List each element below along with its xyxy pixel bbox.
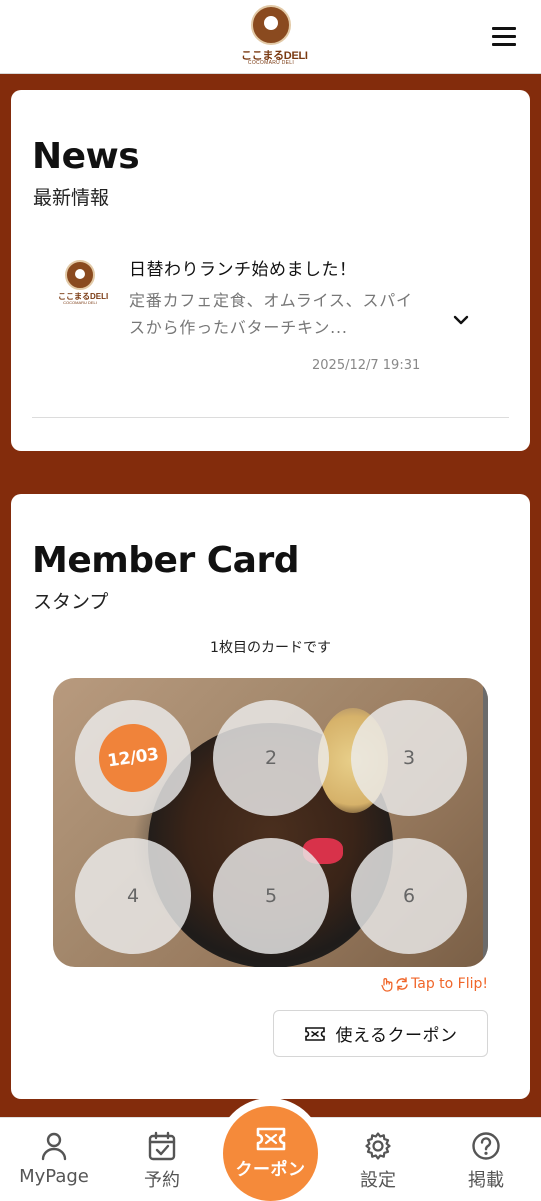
nav-coupon-label: クーポン bbox=[235, 1160, 306, 1180]
card-count-text: 1枚目のカードです bbox=[210, 640, 331, 656]
nav-reservation-label: 予約 bbox=[144, 1170, 180, 1191]
member-card-section: Member Card スタンプ 1枚目のカードです 12/03 2 3 4 5… bbox=[11, 494, 530, 1099]
nav-settings[interactable]: 設定 bbox=[324, 1118, 432, 1201]
nav-settings-label: 設定 bbox=[360, 1170, 396, 1191]
chevron-down-icon[interactable] bbox=[449, 308, 473, 332]
news-logo-subtext: COCOMARU DELI bbox=[63, 300, 97, 305]
nav-mypage-label: MyPage bbox=[19, 1166, 89, 1187]
available-coupons-button[interactable]: 使えるクーポン bbox=[273, 1010, 488, 1057]
stamp-slot-2: 2 bbox=[213, 700, 329, 816]
nav-reservation[interactable]: 予約 bbox=[108, 1118, 216, 1201]
logo-mark-icon bbox=[251, 5, 291, 45]
card-edge bbox=[483, 678, 488, 967]
hamburger-menu-icon[interactable] bbox=[487, 22, 521, 52]
flip-hint[interactable]: Tap to Flip! bbox=[381, 976, 488, 992]
gear-icon bbox=[365, 1132, 391, 1160]
news-item-logo: ここまるDELI COCOMARU DELI bbox=[58, 260, 108, 305]
app-header: ここまるDELI COCOMARU DELI bbox=[0, 0, 541, 74]
news-item-body: 定番カフェ定食、オムライス、スパイスから作ったバターチキン... bbox=[129, 291, 413, 337]
news-divider bbox=[32, 417, 509, 418]
brand-logo[interactable]: ここまるDELI COCOMARU DELI bbox=[241, 5, 308, 66]
help-circle-icon bbox=[472, 1132, 500, 1160]
logo-subtext: COCOMARU DELI bbox=[247, 60, 295, 66]
news-item-title: 日替わりランチ始めました！ bbox=[129, 260, 357, 280]
nav-coupon[interactable]: クーポン bbox=[217, 1098, 323, 1201]
member-card-subtitle: スタンプ bbox=[33, 591, 109, 613]
stamp-slot-3: 3 bbox=[351, 700, 467, 816]
news-title: News bbox=[32, 136, 140, 177]
stamp-slot-6: 6 bbox=[351, 838, 467, 954]
news-item-date: 2025/12/7 19:31 bbox=[312, 358, 421, 373]
nav-listing[interactable]: 掲載 bbox=[432, 1118, 540, 1201]
news-section: News 最新情報 ここまるDELI COCOMARU DELI 日替わりランチ… bbox=[11, 90, 530, 451]
tap-rotate-icon bbox=[381, 977, 408, 992]
nav-listing-label: 掲載 bbox=[468, 1170, 504, 1191]
member-card-title: Member Card bbox=[32, 540, 299, 581]
nav-coupon-button: クーポン bbox=[223, 1106, 318, 1201]
stamp-slot-1: 12/03 bbox=[75, 700, 191, 816]
stamp-slot-4: 4 bbox=[75, 838, 191, 954]
available-coupons-label: 使えるクーポン bbox=[335, 1026, 458, 1046]
flip-hint-label: Tap to Flip! bbox=[411, 976, 488, 992]
stamp-slot-5: 5 bbox=[213, 838, 329, 954]
ticket-icon bbox=[256, 1127, 285, 1151]
calendar-check-icon bbox=[148, 1131, 176, 1161]
nav-mypage[interactable]: MyPage bbox=[0, 1118, 108, 1201]
ticket-icon bbox=[304, 1026, 325, 1041]
user-icon bbox=[41, 1132, 67, 1161]
news-subtitle: 最新情報 bbox=[33, 187, 110, 209]
stamp-card[interactable]: 12/03 2 3 4 5 6 bbox=[53, 678, 488, 967]
logo-mark-icon bbox=[65, 260, 95, 290]
stamp-mark: 12/03 bbox=[94, 719, 172, 797]
